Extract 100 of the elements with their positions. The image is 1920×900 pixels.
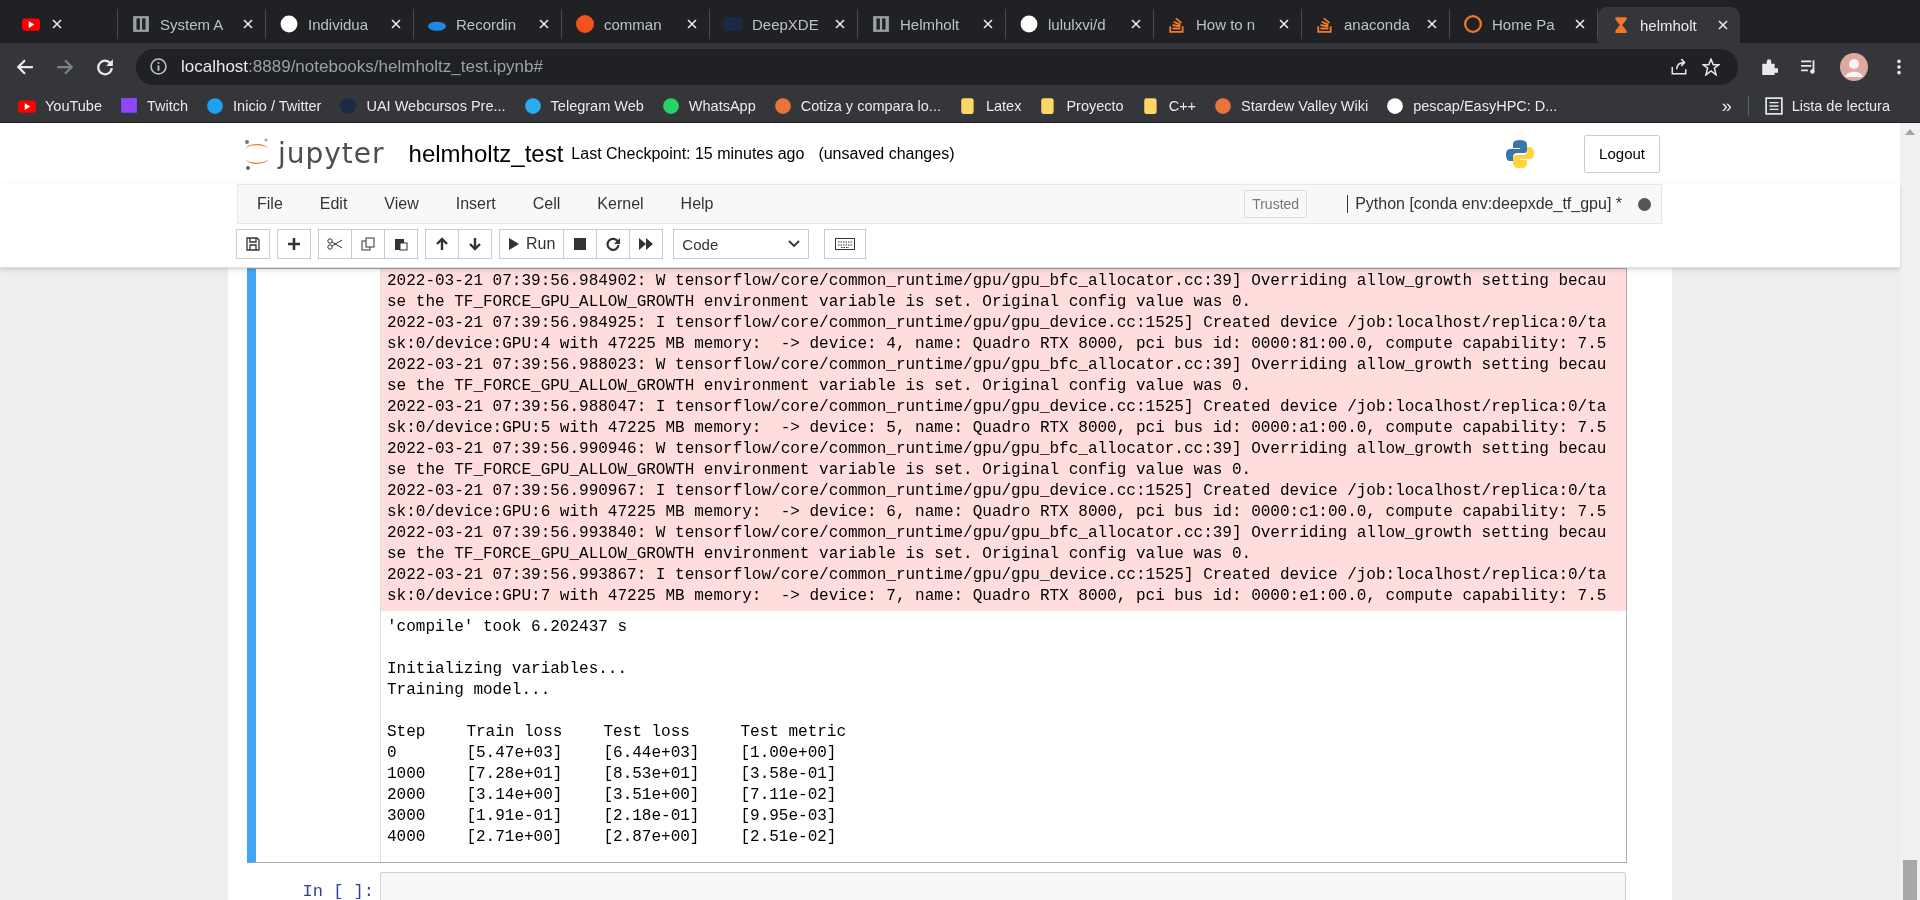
close-icon[interactable] <box>50 17 64 31</box>
arrow-up-icon <box>435 237 449 251</box>
run-button[interactable]: Run <box>499 229 565 259</box>
browser-tab[interactable]: Individua <box>266 9 414 39</box>
avatar-icon[interactable] <box>1840 52 1868 81</box>
stop-button[interactable] <box>563 229 598 259</box>
chevron-down-icon <box>788 240 801 248</box>
browser-tab[interactable]: How to n <box>1154 9 1302 39</box>
browser-tab[interactable]: anaconda <box>1302 9 1450 39</box>
bookmark[interactable]: Proyecto <box>1039 97 1124 115</box>
close-icon[interactable] <box>1277 17 1291 31</box>
close-icon[interactable] <box>833 17 847 31</box>
menu-item[interactable]: View <box>384 195 419 213</box>
list-icon <box>1764 97 1783 115</box>
menu-item[interactable]: Edit <box>319 195 348 213</box>
output-line: sk:0/device:GPU:4 with 47225 MB memory: -> device: 4, name: Quadro RTX 8000, pci bus id: 0000:81:00.0, compute capability: 7.5 <box>387 334 1607 355</box>
bookmark[interactable]: UAI Webcursos Pre... <box>339 97 506 115</box>
fast-forward-button[interactable] <box>629 229 664 259</box>
menu-item[interactable]: Insert <box>455 195 496 213</box>
table-cell: 4000 <box>387 827 426 848</box>
table-header: Test loss <box>603 722 691 743</box>
browser-tab[interactable]: DeepXDE <box>710 9 858 39</box>
reading-list[interactable]: Lista de lectura <box>1764 97 1890 115</box>
more-bookmarks[interactable]: » <box>1721 95 1732 117</box>
table-header: Test metric <box>740 722 847 743</box>
plus-icon <box>287 237 301 251</box>
close-icon[interactable] <box>241 17 255 31</box>
close-icon[interactable] <box>389 17 403 31</box>
info-icon[interactable] <box>150 58 167 75</box>
trusted-indicator[interactable]: Trusted <box>1244 190 1308 218</box>
star-icon[interactable] <box>1702 57 1720 76</box>
close-icon[interactable] <box>685 17 699 31</box>
output-line: sk:0/device:GPU:7 with 47225 MB memory: -> device: 7, name: Quadro RTX 8000, pci bus id: 0000:e1:00.0, compute capability: 7.5 <box>387 586 1607 607</box>
reload-icon[interactable] <box>96 57 114 76</box>
address-field[interactable]: localhost:8889/notebooks/helmholtz_test.ipynb# <box>136 48 1738 85</box>
stop-icon <box>574 238 587 250</box>
back-icon[interactable] <box>16 57 34 76</box>
paste-icon <box>394 237 408 251</box>
share-icon[interactable] <box>1670 57 1688 76</box>
close-icon[interactable] <box>1716 18 1730 32</box>
bookmark[interactable]: Cotiza y compara lo... <box>773 97 941 115</box>
restart-button[interactable] <box>596 229 631 259</box>
site-icon <box>1464 15 1482 33</box>
bookmark[interactable]: YouTube <box>18 97 102 115</box>
close-icon[interactable] <box>1129 17 1143 31</box>
scrollbar-thumb[interactable] <box>1903 860 1917 900</box>
folder-icon <box>1141 97 1160 115</box>
browser-tab[interactable]: Recordin <box>414 9 562 39</box>
menu-item[interactable]: Cell <box>532 195 561 213</box>
bookmark[interactable]: Twitch <box>120 97 189 115</box>
close-icon[interactable] <box>1573 17 1587 31</box>
output-line: Training model... <box>387 680 551 701</box>
output-line: Initializing variables... <box>387 659 628 680</box>
close-icon[interactable] <box>981 17 995 31</box>
menu-item[interactable]: Kernel <box>597 195 644 213</box>
bookmark[interactable]: Stardew Valley Wiki <box>1214 97 1369 115</box>
cell-type-select[interactable]: Code <box>673 229 810 259</box>
browser-tab[interactable]: helmholt <box>1598 7 1740 43</box>
add-cell-button[interactable] <box>277 229 311 259</box>
output-line: se the TF_FORCE_GPU_ALLOW_GROWTH environment variable is set. Original config value was 0. <box>387 292 1252 313</box>
forward-icon[interactable] <box>56 57 74 76</box>
close-icon[interactable] <box>1425 17 1439 31</box>
save-icon <box>246 237 260 251</box>
bookmark[interactable]: C++ <box>1141 97 1197 115</box>
site-icon <box>1168 15 1186 33</box>
logout-button[interactable]: Logout <box>1584 134 1660 173</box>
kernel-name[interactable]: Python [conda env:deepxde_tf_gpu] * <box>1347 195 1622 213</box>
output-line: se the TF_FORCE_GPU_ALLOW_GROWTH environment variable is set. Original config value was 0. <box>387 460 1252 481</box>
keyboard-shortcuts-button[interactable] <box>824 229 867 259</box>
notebook-name[interactable]: helmholtz_test <box>408 139 564 168</box>
bookmark[interactable]: Inicio / Twitter <box>206 97 322 115</box>
browser-tab[interactable]: System A <box>118 9 266 39</box>
puzzle-icon[interactable] <box>1760 57 1778 76</box>
table-cell: [2.18e-01] <box>603 806 700 827</box>
playlist-icon[interactable] <box>1800 57 1818 76</box>
browser-tab[interactable]: lululxvi/d <box>1006 9 1154 39</box>
menu-item[interactable]: Help <box>680 195 714 213</box>
bookmark[interactable]: WhatsApp <box>661 97 756 115</box>
table-cell: 2000 <box>387 785 426 806</box>
output-line: 2022-03-21 07:39:56.990946: W tensorflow/core/common_runtime/gpu/gpu_bfc_allocator.cc:39] Overriding allow_growth setting becau <box>387 439 1607 460</box>
table-cell-text: [3.58e-01] <box>740 764 838 785</box>
move-up-button[interactable] <box>425 229 459 259</box>
input-prompt: In [ ]: <box>302 882 374 900</box>
cut-button[interactable] <box>318 229 352 259</box>
paste-button[interactable] <box>384 229 418 259</box>
bookmark[interactable]: Telegram Web <box>523 97 644 115</box>
notebook-cell[interactable]: In [ ]: <box>247 863 1627 900</box>
bookmark[interactable]: Latex <box>958 97 1022 115</box>
selected-cell[interactable] <box>247 268 1627 863</box>
scrollbar[interactable] <box>1900 123 1920 900</box>
output-line: 'compile' took 6.202437 s <box>387 617 628 638</box>
save-button[interactable] <box>236 229 270 259</box>
browser-tab[interactable]: comman <box>562 9 710 39</box>
close-icon[interactable] <box>537 17 551 31</box>
bookmark[interactable]: pescap/EasyHPC: D... <box>1386 97 1558 115</box>
browser-tab[interactable]: Helmholt <box>858 9 1006 39</box>
move-down-button[interactable] <box>458 229 492 259</box>
site-icon <box>773 97 792 115</box>
menu-item[interactable]: File <box>257 195 283 213</box>
site-icon <box>724 15 742 33</box>
